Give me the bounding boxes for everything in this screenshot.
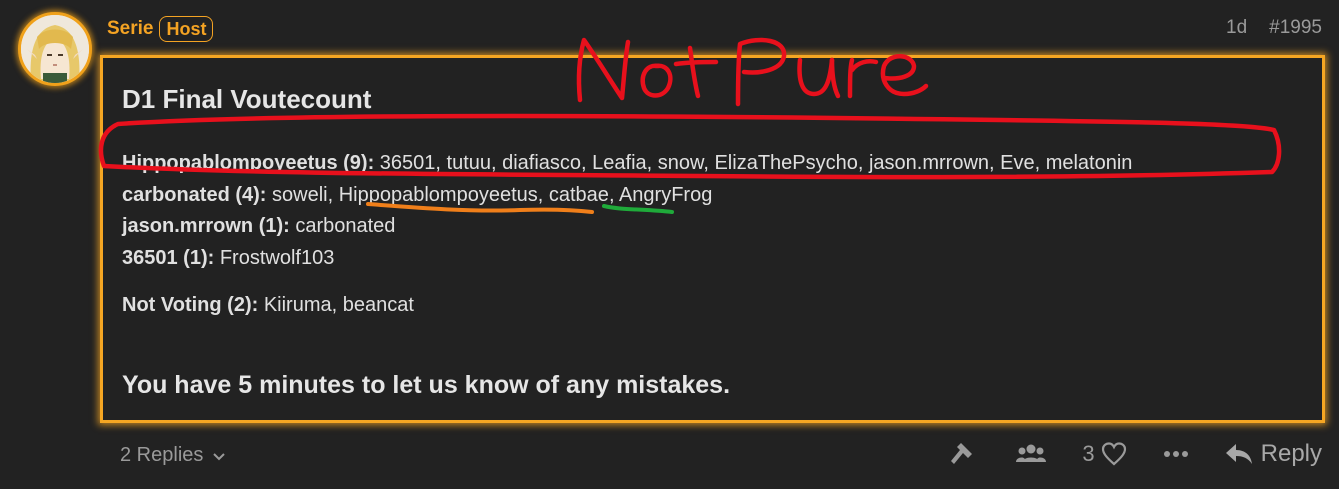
not-voting-label: Not Voting (2):	[122, 294, 259, 316]
post-number[interactable]: #1995	[1269, 17, 1322, 39]
avatar-image	[21, 15, 89, 83]
vote-voters: carbonated	[289, 215, 396, 237]
closing-note: You have 5 minutes to let us know of any…	[122, 371, 731, 399]
vote-line: jason.mrrown (1): carbonated	[122, 211, 1132, 243]
replies-toggle[interactable]: 2 Replies	[120, 444, 227, 467]
author-name[interactable]: Serie	[107, 18, 153, 40]
vote-voter-underlined-green: catbae	[548, 183, 609, 206]
replies-label: 2 Replies	[120, 444, 204, 466]
ellipsis-icon[interactable]	[1163, 450, 1189, 458]
host-badge: Host	[159, 16, 214, 42]
vote-line: 36501 (1): Frostwolf103	[122, 243, 1132, 275]
heart-icon[interactable]	[1101, 442, 1127, 466]
reply-button[interactable]: Reply	[1225, 440, 1322, 468]
vote-voters: Frostwolf103	[214, 246, 335, 269]
vote-voters: soweli,	[266, 183, 339, 206]
vote-list: Hippopablompoyeetus (9): 36501, tutuu, d…	[122, 148, 1132, 274]
reply-arrow-icon	[1225, 444, 1252, 464]
chevron-down-icon	[213, 452, 226, 460]
post-author: Serie Host	[107, 16, 214, 42]
vote-line: Hippopablompoyeetus (9): 36501, tutuu, d…	[122, 148, 1132, 180]
vote-voters: , AngryFrog	[608, 183, 713, 206]
reply-label: Reply	[1260, 440, 1322, 467]
post: Serie Host 1d #1995 D1 Final Voutecount …	[0, 0, 1339, 489]
avatar[interactable]	[18, 12, 92, 86]
like-count: 3	[1082, 441, 1095, 466]
vote-target: jason.mrrown (1):	[122, 215, 290, 237]
vote-target: 36501 (1):	[122, 246, 215, 269]
post-meta: 1d #1995	[1226, 17, 1322, 39]
vote-target: Hippopablompoyeetus (9):	[122, 152, 375, 174]
post-age[interactable]: 1d	[1226, 17, 1247, 39]
vote-voter-underlined-orange: Hippopablompoyeetus	[338, 183, 538, 206]
vote-target: carbonated (4):	[122, 183, 267, 206]
post-title: D1 Final Voutecount	[122, 84, 372, 114]
not-voting-names: Kiiruma, beancat	[258, 294, 414, 316]
users-icon[interactable]	[1016, 442, 1047, 466]
post-actions: 3 Reply	[948, 440, 1322, 468]
hammer-icon[interactable]	[948, 440, 976, 468]
vote-line: carbonated (4): soweli, Hippopablompoyee…	[122, 180, 1132, 212]
vote-voters: 36501, tutuu, diafiasco, Leafia, snow, E…	[374, 152, 1133, 174]
not-voting-line: Not Voting (2): Kiiruma, beancat	[122, 294, 414, 317]
vote-separator: ,	[537, 183, 549, 206]
